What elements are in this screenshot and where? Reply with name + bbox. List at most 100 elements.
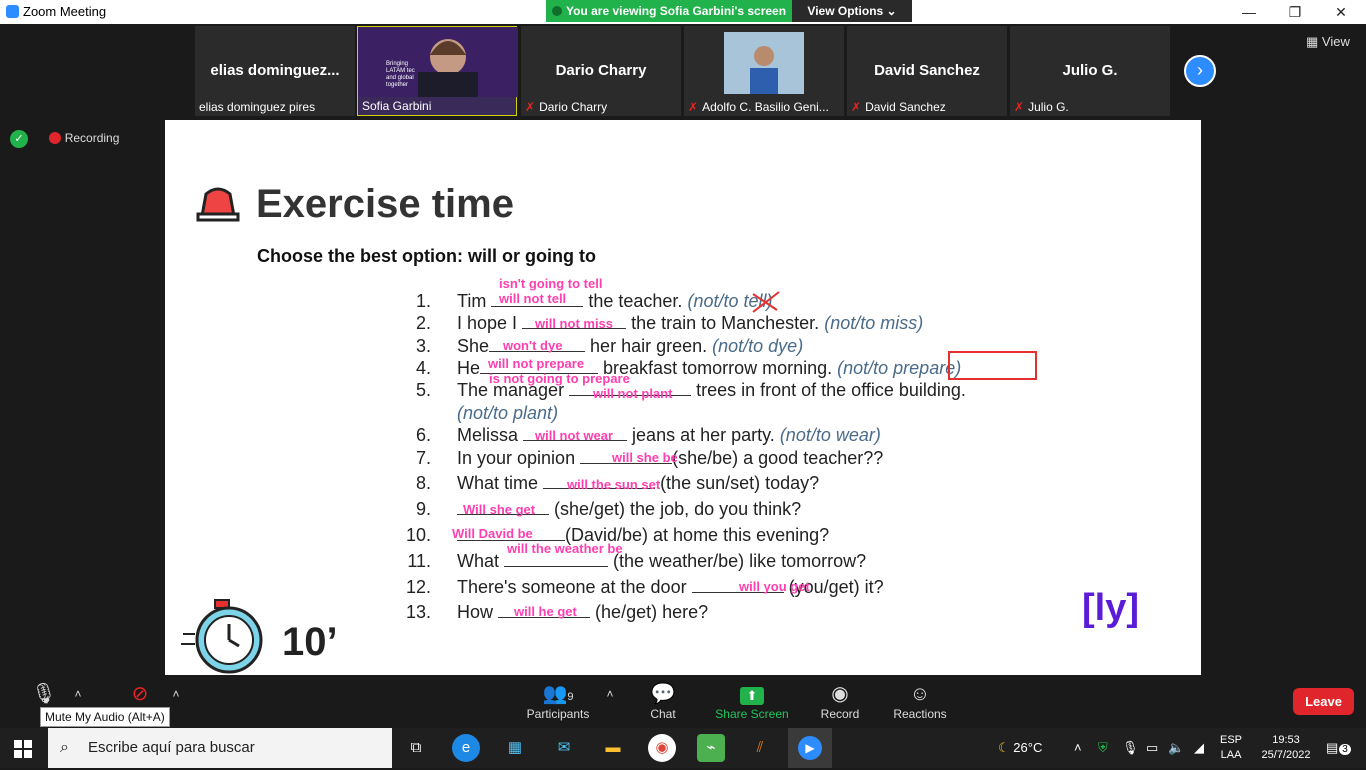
participant-avatar <box>724 32 804 94</box>
participants-options-caret[interactable]: ˄ <box>602 683 618 707</box>
temperature: 26°C <box>1013 740 1043 755</box>
mute-tooltip: Mute My Audio (Alt+A) <box>40 707 170 727</box>
slide-subtitle: Choose the best option: will or going to <box>257 246 596 266</box>
annotation-answer: will the sun set <box>567 477 661 492</box>
participants-button[interactable]: 👥9 Participants <box>520 683 596 721</box>
muted-mic-icon: ✗ <box>525 100 536 114</box>
participant-strip: elias dominguez... elias dominguez pires… <box>0 24 1366 120</box>
grid-icon: ▦ <box>1306 34 1322 49</box>
annotation-answer: will you get <box>739 579 810 594</box>
annotation-answer: won't dye <box>503 338 563 353</box>
participant-tile[interactable]: Dario Charry ✗ Dario Charry <box>521 26 681 116</box>
view-button[interactable]: ▦ View <box>1306 34 1350 50</box>
minimize-button[interactable]: — <box>1226 1 1272 23</box>
share-screen-button[interactable]: ⬆ Share Screen <box>712 683 792 721</box>
chat-button[interactable]: 💬 Chat <box>640 683 686 721</box>
reactions-button[interactable]: ☺ Reactions <box>890 683 950 721</box>
taskbar-search[interactable]: ⌕ Escribe aquí para buscar <box>48 728 392 768</box>
strike-mark <box>752 291 780 313</box>
participant-name: Dario Charry <box>555 62 647 79</box>
muted-mic-icon: ✗ <box>851 100 862 114</box>
recording-label: Recording <box>64 131 120 145</box>
participant-label-text: Dario Charry <box>539 100 608 114</box>
caret-up-icon: ˄ <box>606 687 614 701</box>
wifi-icon[interactable]: ◢ <box>1194 728 1204 768</box>
app-icon[interactable]: ⫽ <box>746 734 774 762</box>
store-icon[interactable]: ▦ <box>501 734 529 762</box>
close-button[interactable]: ✕ <box>1318 1 1364 23</box>
next-page-button[interactable]: › <box>1184 55 1216 87</box>
volume-icon[interactable]: 🔈 <box>1168 728 1184 768</box>
chat-icon: 💬 <box>650 683 676 705</box>
participant-label: ✗ Adolfo C. Basilio Geni... <box>688 100 829 114</box>
recording-indicator[interactable]: ✓ Recording <box>10 130 119 148</box>
audio-options-caret[interactable]: ˄ <box>70 683 86 707</box>
file-explorer-icon[interactable]: ▬ <box>599 734 627 762</box>
battery-icon[interactable]: ▭ <box>1146 728 1158 768</box>
zoom-taskbar-icon[interactable]: ▶ <box>788 728 832 768</box>
record-icon: ◉ <box>831 683 849 705</box>
timer-label: 10’ <box>282 620 338 664</box>
view-options-button[interactable]: View Options ⌄ <box>792 0 912 22</box>
shield-tray-icon[interactable]: ⛨ <box>1098 728 1108 768</box>
record-button[interactable]: ◉ Record <box>816 683 864 721</box>
participant-tile[interactable]: Julio G. ✗ Julio G. <box>1010 26 1170 116</box>
windows-logo-icon <box>14 740 32 758</box>
participant-label: ✗ David Sanchez <box>851 100 946 114</box>
record-dot-icon <box>49 132 62 144</box>
tray-chevron-icon[interactable]: ˄ <box>1074 728 1082 768</box>
start-video-button[interactable]: ⊘ <box>118 683 162 707</box>
participant-label: ✗ Julio G. <box>1014 100 1069 114</box>
restore-button[interactable]: ❐ <box>1272 1 1318 23</box>
participants-label: Participants <box>526 707 590 721</box>
video-slide-text: Bringing LATAM tec and global together <box>386 61 415 88</box>
slide-title: Exercise time <box>256 182 514 226</box>
chat-label: Chat <box>650 707 676 721</box>
annotation-answer: will not tell <box>499 291 567 306</box>
annotation-answer: will not plant <box>593 386 673 401</box>
participant-label-text: Julio G. <box>1028 100 1069 114</box>
mail-icon[interactable]: ✉ <box>550 734 578 762</box>
siren-icon <box>196 187 240 222</box>
start-button[interactable] <box>14 740 32 758</box>
participant-tile[interactable]: elias dominguez... elias dominguez pires <box>195 26 355 116</box>
shield-icon: ✓ <box>10 130 28 148</box>
weather-widget[interactable]: ☾ 26°C <box>998 728 1042 768</box>
avatar-image <box>724 32 804 94</box>
caret-up-icon: ˄ <box>74 687 82 701</box>
edge-icon[interactable]: e <box>452 734 480 762</box>
annotation-answer: will she be <box>612 450 678 465</box>
clock-time: 19:53 <box>1272 734 1300 746</box>
spreadsheet-icon[interactable]: ⌁ <box>697 734 725 762</box>
share-banner: You are viewing Sofia Garbini's screen <box>546 0 792 22</box>
zoom-app-icon <box>6 5 19 18</box>
shared-screen: Exercise time Choose the best option: wi… <box>165 120 1201 675</box>
video-options-caret[interactable]: ˄ <box>168 683 184 707</box>
mic-tray-icon[interactable]: 🎙 <box>1122 728 1139 768</box>
language-indicator[interactable]: ESP LAA <box>1220 728 1242 768</box>
participant-tile[interactable]: David Sanchez ✗ David Sanchez <box>847 26 1007 116</box>
participant-video: Bringing LATAM tec and global together <box>358 27 518 102</box>
task-view-icon[interactable]: ⧉ <box>402 734 430 762</box>
annotation-answer: Will David be <box>452 526 533 541</box>
share-banner-text: You are viewing Sofia Garbini's screen <box>566 4 787 18</box>
annotation-answer: Will she get <box>463 502 536 517</box>
participant-name: Julio G. <box>1062 62 1118 79</box>
microphone-icon: 🎙 <box>31 683 57 705</box>
meeting-toolbar: 🎙 ˄ ⊘ ˄ 👥9 Participants ˄ 💬 Chat ⬆ Share S… <box>0 675 1366 728</box>
notification-center[interactable]: ▤ 3 <box>1326 728 1351 768</box>
reactions-icon: ☺ <box>909 683 931 705</box>
stopwatch-icon <box>181 599 263 674</box>
mute-button[interactable]: 🎙 <box>14 683 74 707</box>
chrome-icon[interactable]: ◉ <box>648 734 676 762</box>
clock[interactable]: 19:53 25/7/2022 <box>1254 728 1318 768</box>
reactions-label: Reactions <box>893 707 947 721</box>
window-title: Zoom Meeting <box>23 4 107 19</box>
participant-tile-active[interactable]: Bringing LATAM tec and global together S… <box>357 26 518 116</box>
view-label: View <box>1321 34 1350 49</box>
participant-tile[interactable]: ✗ Adolfo C. Basilio Geni... <box>684 26 844 116</box>
participant-label: Sofia Garbini <box>362 99 432 113</box>
leave-button[interactable]: Leave <box>1293 688 1354 715</box>
clock-date: 25/7/2022 <box>1261 749 1311 761</box>
windows-taskbar: ⌕ Escribe aquí para buscar ⧉ e ▦ ✉ ▬ ◉ ⌁ … <box>0 728 1366 768</box>
